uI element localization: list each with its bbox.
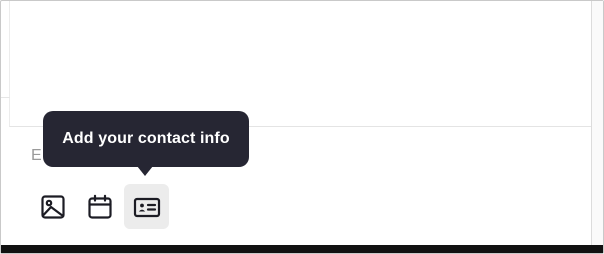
tooltip-text: Add your contact info (62, 130, 230, 147)
tooltip-arrow (137, 166, 153, 176)
add-contact-info-button[interactable] (124, 184, 169, 229)
tooltip: Add your contact info (43, 111, 249, 167)
attachment-toolbar (30, 184, 169, 229)
editor-area[interactable] (9, 1, 593, 127)
contact-card-icon (133, 195, 161, 219)
scrollbar[interactable] (591, 1, 603, 247)
calendar-icon (87, 194, 113, 220)
compose-panel: E Add your contact info (0, 0, 604, 254)
bottom-edge (1, 245, 603, 253)
add-image-button[interactable] (30, 184, 75, 229)
divider (1, 97, 10, 98)
image-icon (40, 194, 66, 220)
add-event-button[interactable] (77, 184, 122, 229)
editor-placeholder: E (31, 147, 43, 164)
